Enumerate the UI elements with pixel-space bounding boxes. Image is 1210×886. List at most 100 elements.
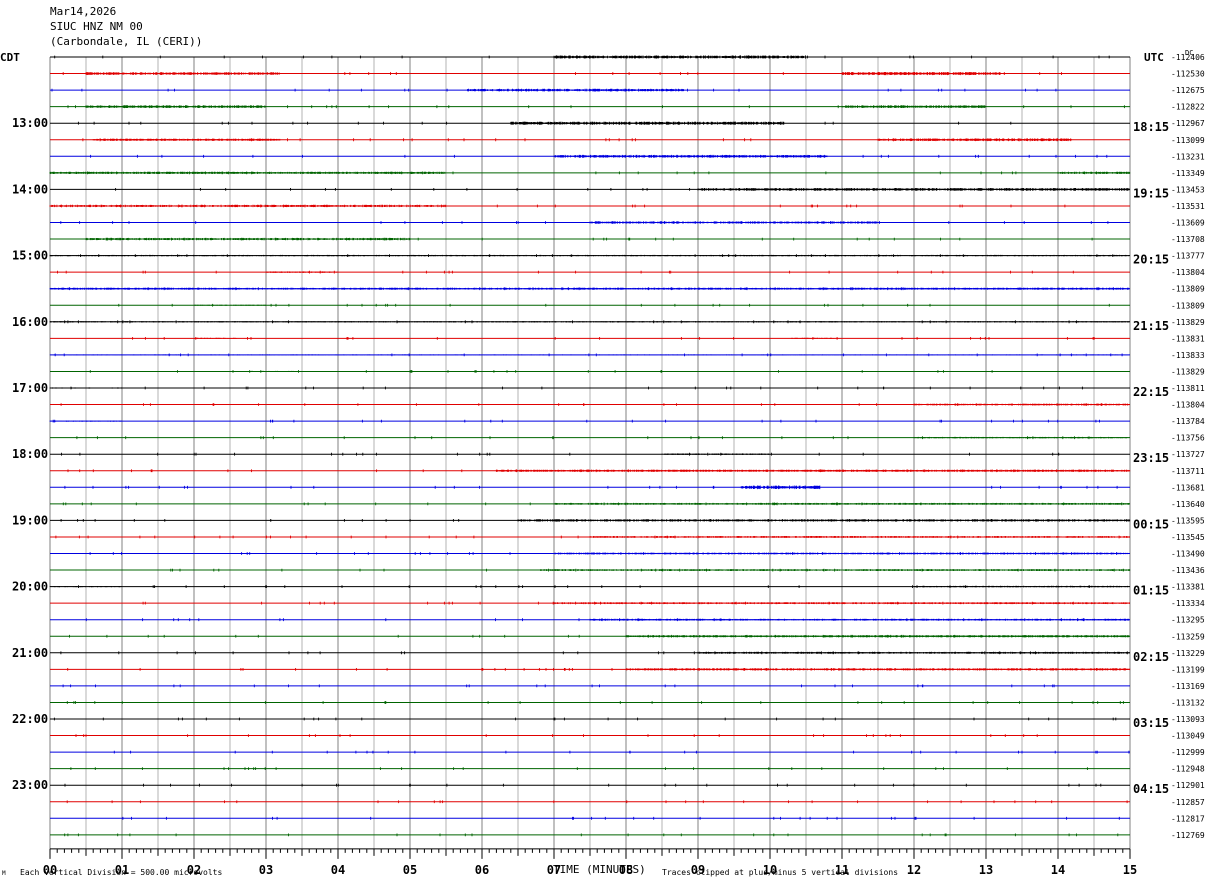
dc-value-label: -113169: [1171, 682, 1205, 691]
helicorder-plot: 13:00 14:00 15:00 16:00 17:00 18:00 19:00 20:00…: [12, 53, 1205, 877]
corner-mark: M: [2, 870, 6, 877]
trace-noise-16: [49, 320, 1130, 324]
dc-value-label: -113453: [1171, 185, 1205, 194]
dc-value-label: -113259: [1171, 632, 1205, 641]
dc-value-label: -113229: [1171, 649, 1205, 658]
right-hour-label: 22:15: [1133, 385, 1169, 399]
dc-label: DC: [1185, 49, 1194, 57]
dc-value-label: -112999: [1171, 748, 1205, 757]
x-tick-label: 12: [907, 863, 921, 877]
dc-value-label: -113295: [1171, 616, 1205, 625]
dc-value-label: -113809: [1171, 285, 1205, 294]
dc-value-label: -113199: [1171, 665, 1205, 674]
right-hour-label: 19:15: [1133, 186, 1169, 200]
left-hour-label: 21:00: [12, 646, 48, 660]
x-tick-label: 04: [331, 863, 345, 877]
dc-value-label: -113334: [1171, 599, 1205, 608]
dc-value-label: -113093: [1171, 715, 1205, 724]
dc-value-label: -113811: [1171, 384, 1205, 393]
dc-value-label: -112857: [1171, 798, 1205, 807]
left-hour-label: 23:00: [12, 778, 48, 792]
dc-value-label: -113711: [1171, 467, 1205, 476]
dc-value-label: -113784: [1171, 417, 1205, 426]
dc-value-label: -113049: [1171, 732, 1205, 741]
dc-value-label: -113640: [1171, 500, 1205, 509]
dc-value-label: -113132: [1171, 698, 1205, 707]
dc-value-label: -112817: [1171, 814, 1205, 823]
hour-labels: 13:00 14:00 15:00 16:00 17:00 18:00 19:00 20:00…: [12, 116, 1169, 796]
date-label: Mar14,2026: [50, 5, 117, 18]
dc-value-label: -112530: [1171, 70, 1205, 79]
right-hour-label: 03:15: [1133, 716, 1169, 730]
clip-note: Traces clipped at plus/minus 5 vertical …: [662, 868, 899, 877]
right-hour-label: 02:15: [1133, 650, 1169, 664]
dc-value-label: -113349: [1171, 169, 1205, 178]
left-hour-label: 22:00: [12, 712, 48, 726]
x-tick-label: 15: [1123, 863, 1137, 877]
left-hour-label: 13:00: [12, 116, 48, 130]
trace-33: [50, 601, 1130, 605]
dc-value-label: -113804: [1171, 268, 1205, 277]
right-hour-label: 04:15: [1133, 782, 1169, 796]
trace-10: [50, 221, 1130, 224]
dc-value-label: -112675: [1171, 86, 1205, 95]
left-hour-label: 20:00: [12, 580, 48, 594]
dc-offset-labels: -112406-112530-112675-112822-112967-1130…: [1171, 53, 1205, 840]
x-tick-label: 06: [475, 863, 489, 877]
dc-value-label: -113756: [1171, 434, 1205, 443]
dc-value-label: -113831: [1171, 334, 1205, 343]
right-hour-label: 20:15: [1133, 253, 1169, 267]
trace-25: [50, 469, 1131, 473]
left-hour-label: 15:00: [12, 249, 48, 263]
dc-value-label: -113804: [1171, 401, 1205, 410]
left-hour-label: 16:00: [12, 315, 48, 329]
right-hour-label: 01:15: [1133, 584, 1169, 598]
right-hour-label: 23:15: [1133, 451, 1169, 465]
vertical-gridlines: [49, 57, 1131, 849]
dc-value-label: -113531: [1171, 202, 1205, 211]
trace-6: [50, 154, 1130, 158]
left-hour-label: 18:00: [12, 447, 48, 461]
dc-value-label: -113727: [1171, 450, 1205, 459]
dc-value-label: -113545: [1171, 533, 1205, 542]
dc-value-label: -113490: [1171, 550, 1205, 559]
dc-value-label: -113381: [1171, 583, 1205, 592]
x-tick-label: 03: [259, 863, 273, 877]
location-label: (Carbondale, IL (CERI)): [50, 35, 203, 48]
dc-value-label: -113681: [1171, 483, 1205, 492]
dc-value-label: -113833: [1171, 351, 1205, 360]
dc-value-label: -112948: [1171, 765, 1205, 774]
dc-value-label: -113099: [1171, 136, 1205, 145]
scale-note: Each Vertical Division = 500.00 microvol…: [20, 868, 223, 877]
trace-noise-14: [49, 287, 1130, 291]
dc-value-label: -113777: [1171, 252, 1205, 261]
trace-noise-18: [49, 353, 1130, 357]
dc-value-label: -112967: [1171, 119, 1205, 128]
dc-value-label: -113609: [1171, 219, 1205, 228]
dc-value-label: -112769: [1171, 831, 1205, 840]
right-timezone-label: UTC: [1144, 51, 1164, 64]
dc-value-label: -113708: [1171, 235, 1205, 244]
dc-value-label: -113809: [1171, 301, 1205, 310]
trace-0: [50, 55, 1130, 59]
x-tick-label: 05: [403, 863, 417, 877]
left-hour-label: 14:00: [12, 182, 48, 196]
trace-noise-12: [49, 254, 1130, 257]
trace-4: [50, 121, 1130, 125]
x-tick-label: 14: [1051, 863, 1065, 877]
dc-value-label: -112822: [1171, 103, 1205, 112]
dc-value-label: -113829: [1171, 318, 1205, 327]
dc-value-label: -113595: [1171, 516, 1205, 525]
dc-value-label: -113829: [1171, 367, 1205, 376]
dc-value-label: -113231: [1171, 152, 1205, 161]
right-hour-label: 18:15: [1133, 120, 1169, 134]
dc-value-label: -112901: [1171, 781, 1205, 790]
station-label: SIUC HNZ NM 00: [50, 20, 143, 33]
left-hour-label: 19:00: [12, 513, 48, 527]
x-axis-title: TIME (MINUTES): [553, 863, 646, 876]
dc-value-label: -113436: [1171, 566, 1205, 575]
right-hour-label: 21:15: [1133, 319, 1169, 333]
left-hour-label: 17:00: [12, 381, 48, 395]
left-timezone-label: CDT: [0, 51, 20, 64]
right-hour-label: 00:15: [1133, 517, 1169, 531]
